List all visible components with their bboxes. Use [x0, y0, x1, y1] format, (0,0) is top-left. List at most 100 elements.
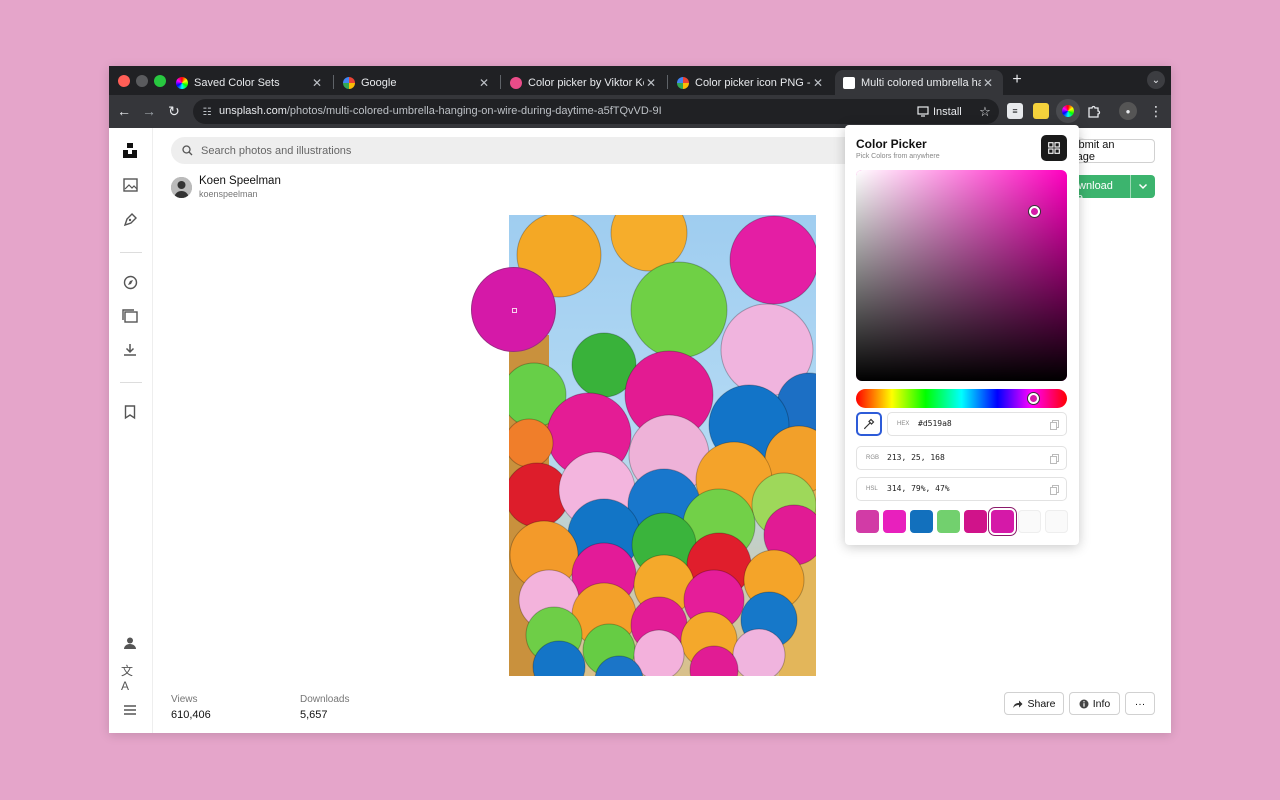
info-icon [1079, 699, 1089, 708]
saturation-value-area[interactable] [856, 170, 1067, 381]
url-text: unsplash.com/photos/multi-colored-umbrel… [219, 105, 662, 117]
site-info-icon[interactable]: ☷ [197, 102, 217, 122]
hex-label: HEX [897, 421, 910, 427]
address-bar[interactable]: ☷ unsplash.com/photos/multi-colored-umbr… [193, 99, 999, 124]
color-swatch[interactable] [964, 510, 987, 533]
tab-dribbble[interactable]: Color picker by Viktor Ketov on Dribbble… [502, 70, 666, 95]
saturation-thumb[interactable] [1029, 206, 1040, 217]
new-tab-button[interactable]: + [1007, 70, 1027, 90]
chevron-down-icon[interactable] [1136, 179, 1150, 193]
install-label: Install [933, 105, 962, 118]
share-label: Share [1027, 697, 1056, 710]
tab-strip: Saved Color Sets ✕ Google ✕ Color picker… [109, 66, 1171, 95]
close-tab-icon[interactable]: ✕ [477, 76, 491, 90]
empty-swatch-slot[interactable] [1018, 510, 1041, 533]
search-icon [182, 145, 193, 156]
author-avatar[interactable] [171, 177, 192, 198]
copy-icon[interactable] [1050, 420, 1059, 430]
rgb-field[interactable]: RGB 213, 25, 168 [856, 446, 1067, 470]
eyedropper-magnifier [471, 267, 556, 352]
sidebar: 文A [109, 128, 153, 733]
share-button[interactable]: Share [1004, 692, 1064, 715]
grid-icon [1048, 142, 1060, 154]
bookmark-icon[interactable] [121, 403, 139, 421]
unsplash-logo-icon[interactable] [121, 141, 139, 159]
color-swatch-selected[interactable] [991, 510, 1014, 533]
eyedropper-icon [863, 418, 875, 430]
bookmark-star-icon[interactable]: ☆ [975, 102, 995, 122]
eyedropper-button[interactable] [856, 412, 882, 436]
views-value: 610,406 [171, 709, 211, 721]
zoom-window-button[interactable] [154, 75, 166, 87]
color-swatch[interactable] [856, 510, 879, 533]
copy-icon[interactable] [1050, 454, 1059, 464]
forward-icon[interactable]: → [139, 101, 159, 121]
back-icon[interactable]: ← [114, 101, 134, 121]
downloads-value: 5,657 [300, 709, 328, 721]
color-picker-popup: Color Picker Pick Colors from anywhere H… [845, 125, 1079, 545]
google-icon [677, 76, 689, 89]
install-button[interactable]: Install [911, 103, 968, 120]
picker-title: Color Picker [856, 137, 927, 151]
install-icon [917, 106, 929, 117]
tab-title: Multi colored umbrella hanging on wire [861, 76, 981, 89]
saved-sets-grid-button[interactable] [1041, 135, 1067, 161]
close-tab-icon[interactable]: ✕ [310, 76, 324, 90]
photos-icon[interactable] [121, 176, 139, 194]
reader-extension-icon[interactable]: ≡ [1007, 103, 1023, 119]
author-handle[interactable]: koenspeelman [199, 189, 258, 199]
rgb-label: RGB [866, 455, 880, 461]
download-icon[interactable] [121, 341, 139, 359]
close-tab-icon[interactable]: ✕ [644, 76, 658, 90]
hsl-label: HSL [866, 486, 878, 492]
tab-title: Saved Color Sets [194, 76, 280, 89]
author-name[interactable]: Koen Speelman [199, 175, 281, 187]
color-swatch[interactable] [883, 510, 906, 533]
empty-swatch-slot[interactable] [1045, 510, 1068, 533]
more-actions-button[interactable]: ··· [1125, 692, 1155, 715]
hex-field[interactable]: HEX #d519a8 [887, 412, 1067, 436]
note-extension-icon[interactable] [1033, 103, 1049, 119]
hamburger-menu-icon[interactable] [121, 701, 139, 719]
collections-icon[interactable] [121, 307, 139, 325]
color-swatch[interactable] [910, 510, 933, 533]
close-window-button[interactable] [118, 75, 130, 87]
views-label: Views [171, 694, 198, 705]
tab-google[interactable]: Google ✕ [335, 70, 499, 95]
minimize-window-button[interactable] [136, 75, 148, 87]
color-swatch[interactable] [937, 510, 960, 533]
picker-subtitle: Pick Colors from anywhere [856, 153, 940, 160]
color-picker-extension-button[interactable] [1056, 99, 1080, 123]
more-ellipsis-icon: ··· [1134, 697, 1146, 710]
account-person-icon[interactable] [121, 634, 139, 652]
browser-menu-icon[interactable]: ⋮ [1146, 101, 1166, 121]
url-host: unsplash.com [219, 105, 287, 117]
reload-icon[interactable]: ↻ [164, 101, 184, 121]
translate-icon[interactable]: 文A [121, 664, 139, 693]
explore-compass-icon[interactable] [121, 273, 139, 291]
tab-search-button[interactable]: ⌄ [1147, 71, 1165, 89]
tab-google-search[interactable]: Color picker icon PNG - Google Search ✕ [669, 70, 833, 95]
tab-title: Google [361, 76, 397, 89]
hsl-value[interactable]: 314, 79%, 47% [887, 484, 950, 493]
info-button[interactable]: Info [1069, 692, 1120, 715]
color-wheel-icon [1062, 105, 1074, 117]
tab-saved-color-sets[interactable]: Saved Color Sets ✕ [168, 70, 332, 95]
close-tab-icon[interactable]: ✕ [811, 76, 825, 90]
tab-unsplash-active[interactable]: Multi colored umbrella hanging on wire ✕ [835, 70, 1003, 95]
rgb-value[interactable]: 213, 25, 168 [887, 453, 945, 462]
extensions-puzzle-icon[interactable] [1084, 101, 1104, 121]
unsplash-icon [843, 76, 855, 89]
close-tab-icon[interactable]: ✕ [981, 76, 995, 90]
profile-avatar[interactable]: ● [1119, 102, 1137, 120]
hue-slider[interactable] [856, 389, 1067, 408]
tab-title: Color picker icon PNG - Google Search [695, 76, 811, 89]
illustrations-pen-icon[interactable] [121, 210, 139, 228]
hsl-field[interactable]: HSL 314, 79%, 47% [856, 477, 1067, 501]
copy-icon[interactable] [1050, 485, 1059, 495]
hex-value[interactable]: #d519a8 [918, 419, 952, 428]
search-placeholder: Search photos and illustrations [201, 145, 352, 157]
umbrella-photo[interactable] [509, 215, 816, 676]
hue-thumb[interactable] [1028, 393, 1039, 404]
info-label: Info [1092, 697, 1111, 710]
